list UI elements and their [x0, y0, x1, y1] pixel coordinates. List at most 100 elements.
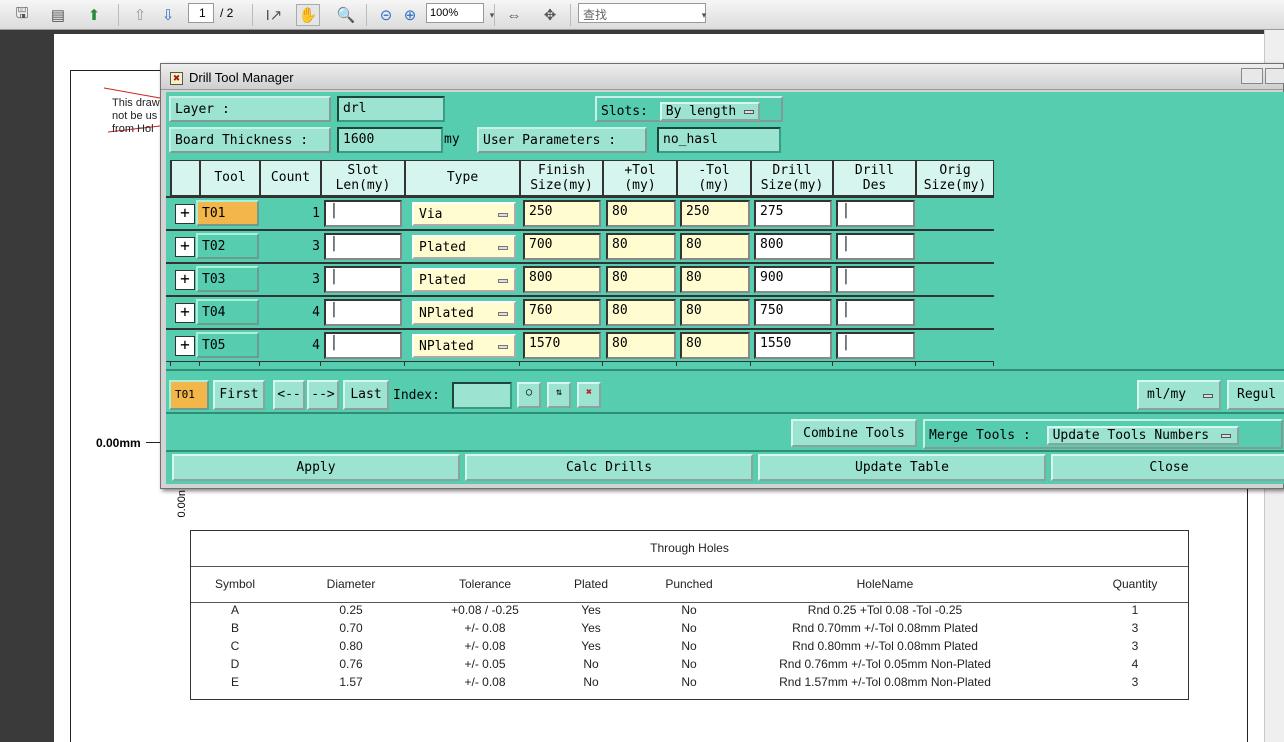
through-holes-cell: 1.57 [339, 675, 363, 689]
fit-page-icon[interactable]: ✥ [538, 4, 562, 26]
through-holes-header: Quantity [1112, 577, 1158, 591]
tool-button[interactable]: T02 [196, 233, 259, 259]
type-select[interactable]: Via [412, 202, 516, 226]
index-input[interactable] [452, 382, 512, 409]
drill-des-input[interactable]: │ [836, 299, 915, 326]
type-select[interactable]: Plated [412, 268, 516, 292]
tool-button[interactable]: T03 [196, 266, 259, 292]
first-button[interactable]: First [213, 380, 265, 410]
slots-select[interactable]: By length [659, 102, 761, 121]
slot-length-input[interactable]: │ [324, 332, 402, 359]
next-button[interactable]: --> [307, 380, 339, 410]
slot-length-input[interactable]: │ [324, 200, 402, 227]
update-tools-numbers-select[interactable]: Update Tools Numbers [1046, 426, 1240, 445]
bulb-icon[interactable]: ◯ [517, 382, 541, 408]
minus-tol-input[interactable]: 250 [680, 200, 750, 227]
close-button[interactable]: Close [1051, 454, 1284, 481]
minus-tol-input[interactable]: 80 [680, 233, 750, 260]
finish-size-input[interactable]: 700 [523, 233, 601, 260]
minus-tol-input[interactable]: 80 [680, 332, 750, 359]
plus-tol-input[interactable]: 80 [606, 233, 676, 260]
plus-tol-input[interactable]: 80 [606, 299, 676, 326]
app-icon: ✖ [170, 72, 183, 85]
finish-size-input[interactable]: 250 [523, 200, 601, 227]
slots-value: By length [665, 104, 737, 119]
dropdown-icon [498, 213, 508, 217]
tool-button[interactable]: T04 [196, 299, 259, 325]
tool-button[interactable]: T05 [196, 332, 259, 358]
tool-button[interactable]: T01 [196, 200, 259, 226]
type-select[interactable]: NPlated [412, 334, 516, 358]
row-select-icon[interactable]: + [175, 270, 195, 290]
minus-tol-input[interactable]: 80 [680, 266, 750, 293]
slot-length-input[interactable]: │ [324, 299, 402, 326]
delete-icon[interactable]: ✖ [577, 382, 601, 408]
prev-button[interactable]: <-- [273, 380, 305, 410]
drill-size-input[interactable]: 900 [754, 266, 832, 293]
row-select-icon[interactable]: + [175, 336, 195, 356]
type-select[interactable]: NPlated [412, 301, 516, 325]
finish-size-input[interactable]: 800 [523, 266, 601, 293]
hand-tool-icon[interactable]: ✋ [296, 4, 320, 26]
next-page-icon[interactable]: ⇩ [156, 4, 180, 26]
chevron-down-icon[interactable]: ▾ [692, 4, 716, 26]
count-cell: 4 [312, 338, 320, 353]
prev-page-icon[interactable]: ⇧ [128, 4, 152, 26]
drill-des-input[interactable]: │ [836, 200, 915, 227]
through-holes-header: Symbol [214, 577, 255, 591]
dialog-titlebar[interactable]: ✖ Drill Tool Manager [161, 64, 1284, 90]
row-select-icon[interactable]: + [175, 237, 195, 257]
drill-size-input[interactable]: 275 [754, 200, 832, 227]
finish-size-input[interactable]: 760 [523, 299, 601, 326]
find-input[interactable]: 查找 [578, 3, 706, 23]
dropdown-icon [498, 312, 508, 316]
marquee-zoom-icon[interactable]: 🔍 [334, 4, 358, 26]
fit-width-icon[interactable]: ⇔ [502, 4, 526, 26]
zoom-select[interactable]: 100% [426, 3, 484, 23]
board-thickness-input[interactable]: 1600 [337, 127, 443, 153]
calc-drills-button[interactable]: Calc Drills [465, 454, 753, 481]
drill-size-input[interactable]: 750 [754, 299, 832, 326]
apply-button[interactable]: Apply [172, 454, 460, 481]
through-holes-cell: E [230, 675, 239, 689]
regul-button[interactable]: Regul [1227, 380, 1284, 410]
minus-tol-input[interactable]: 80 [680, 299, 750, 326]
layer-input[interactable]: drl [337, 96, 445, 122]
page-view-icon[interactable]: ▤ [46, 4, 70, 26]
update-table-button[interactable]: Update Table [758, 454, 1046, 481]
page-total: / 2 [220, 6, 234, 20]
row-select-icon[interactable]: + [175, 303, 195, 323]
chevron-down-icon[interactable]: ▾ [480, 4, 504, 26]
units-select[interactable]: ml/my [1137, 380, 1221, 410]
maximize-button[interactable] [1265, 68, 1284, 84]
minimize-button[interactable] [1241, 68, 1263, 84]
through-holes-header: HoleName [856, 577, 914, 591]
zoom-in-icon[interactable]: ⊕ [398, 4, 422, 26]
through-holes-cell: 1 [1131, 603, 1139, 617]
plus-tol-input[interactable]: 80 [606, 200, 676, 227]
combine-tools-button[interactable]: Combine Tools [791, 419, 917, 447]
plus-tol-input[interactable]: 80 [606, 332, 676, 359]
slot-length-input[interactable]: │ [324, 233, 402, 260]
finish-size-input[interactable]: 1570 [523, 332, 601, 359]
drill-des-input[interactable]: │ [836, 332, 915, 359]
drill-des-input[interactable]: │ [836, 266, 915, 293]
swap-icon[interactable]: ⇅ [547, 382, 571, 408]
upload-icon[interactable]: ⬆ [82, 4, 106, 26]
count-cell: 3 [312, 272, 320, 287]
last-button[interactable]: Last [343, 380, 389, 410]
slot-length-input[interactable]: │ [324, 266, 402, 293]
zoom-out-icon[interactable]: ⊝ [374, 4, 398, 26]
user-parameters-input[interactable]: no_hasl [657, 127, 781, 153]
drill-size-input[interactable]: 1550 [754, 332, 832, 359]
drill-size-input[interactable]: 800 [754, 233, 832, 260]
page-number-input[interactable]: 1 [188, 3, 214, 23]
plus-tol-input[interactable]: 80 [606, 266, 676, 293]
type-select[interactable]: Plated [412, 235, 516, 259]
drill-des-input[interactable]: │ [836, 233, 915, 260]
select-text-icon[interactable]: I↗ [262, 4, 286, 26]
through-holes-cell: +/- 0.08 [464, 675, 506, 689]
save-icon[interactable]: 🖫 [10, 4, 34, 26]
column-header: Type [405, 160, 520, 196]
row-select-icon[interactable]: + [175, 204, 195, 224]
